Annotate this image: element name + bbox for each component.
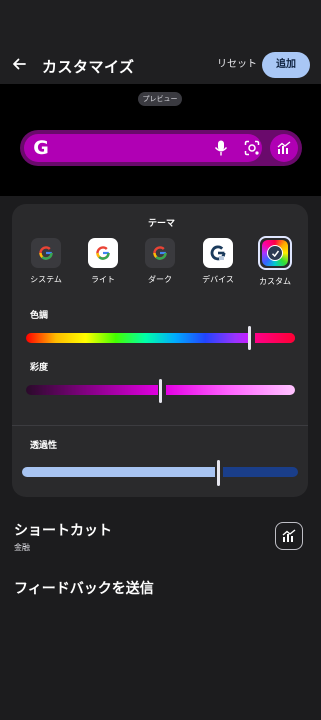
theme-label: テーマ — [148, 219, 176, 229]
custom-theme-tile — [258, 236, 292, 270]
theme-option-device[interactable]: デバイス — [198, 238, 238, 285]
finance-chart-icon — [277, 141, 291, 154]
google-g-icon — [31, 238, 61, 268]
google-g-icon — [88, 238, 118, 268]
rainbow-swatch — [262, 240, 288, 266]
saturation-slider-thumb[interactable] — [159, 379, 162, 403]
theme-option-light[interactable]: ライト — [83, 238, 123, 285]
theme-option-custom[interactable]: カスタム — [255, 236, 295, 287]
saturation-label: 彩度 — [30, 363, 49, 373]
reset-button[interactable]: リセット — [214, 56, 260, 74]
shortcut-button[interactable] — [275, 522, 303, 550]
theme-option-label: デバイス — [202, 275, 234, 284]
top-app-bar: カスタマイズ リセット 追加 — [0, 0, 321, 84]
preview-area: プレビュー G — [0, 84, 321, 196]
shortcut-subtitle: 金融 — [14, 543, 30, 552]
google-g-icon — [203, 238, 233, 268]
hue-slider-track-remaining[interactable] — [255, 333, 295, 343]
check-icon — [267, 245, 283, 261]
shortcut-title: ショートカット — [14, 523, 112, 539]
saturation-slider-track[interactable] — [26, 385, 158, 395]
search-widget-preview: G — [20, 130, 302, 166]
customization-card: テーマ システム ライト ダーク デバイス カスタム 色調 彩度 透過性 — [12, 204, 308, 497]
finance-chart-icon — [282, 529, 296, 542]
hue-slider-thumb[interactable] — [248, 326, 251, 350]
theme-option-system[interactable]: システム — [26, 238, 66, 285]
add-button[interactable]: 追加 — [262, 52, 310, 78]
theme-option-label: カスタム — [259, 277, 291, 286]
theme-option-label: ダーク — [148, 275, 172, 284]
google-g-icon — [145, 238, 175, 268]
page-title: カスタマイズ — [42, 58, 135, 76]
theme-option-label: ライト — [91, 275, 115, 284]
shortcut-preview-button — [270, 134, 298, 162]
search-bar-preview: G — [24, 134, 262, 162]
hue-label: 色調 — [30, 311, 49, 321]
send-feedback-link[interactable]: フィードバックを送信 — [14, 578, 154, 598]
divider — [12, 425, 308, 426]
theme-option-label: システム — [30, 275, 62, 284]
transparency-slider-track-remaining[interactable] — [223, 467, 298, 477]
back-button[interactable] — [8, 52, 30, 76]
mic-icon — [214, 140, 228, 156]
google-logo-icon: G — [33, 137, 49, 159]
saturation-slider-track-remaining[interactable] — [166, 385, 295, 395]
transparency-slider-track[interactable] — [22, 467, 215, 477]
transparency-slider-thumb[interactable] — [217, 460, 220, 486]
preview-badge: プレビュー — [138, 92, 182, 106]
theme-option-dark[interactable]: ダーク — [140, 238, 180, 285]
transparency-label: 透過性 — [30, 441, 58, 451]
arrow-left-icon — [13, 58, 26, 70]
lens-icon — [244, 140, 260, 156]
